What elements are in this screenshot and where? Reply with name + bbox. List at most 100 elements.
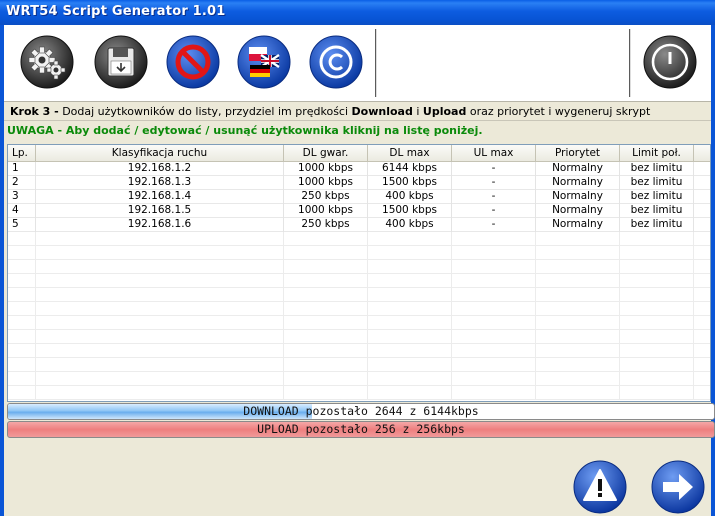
download-bar-label: DOWNLOAD pozostało 2644 z 6144kbps bbox=[243, 404, 479, 418]
table-cell bbox=[284, 288, 368, 302]
table-cell: Normalny bbox=[536, 204, 620, 218]
table-cell bbox=[452, 260, 536, 274]
table-cell: 3 bbox=[8, 190, 36, 204]
table-row-empty[interactable] bbox=[8, 232, 710, 246]
table-row-empty[interactable] bbox=[8, 372, 710, 386]
table-row-empty[interactable] bbox=[8, 386, 710, 400]
table-cell: - bbox=[452, 190, 536, 204]
warning-button[interactable] bbox=[573, 460, 627, 514]
download-remaining-bar: DOWNLOAD pozostało 2644 z 6144kbps bbox=[7, 403, 715, 420]
table-cell bbox=[694, 190, 710, 204]
table-cell bbox=[368, 288, 452, 302]
table-row-empty[interactable] bbox=[8, 288, 710, 302]
table-cell bbox=[284, 274, 368, 288]
table-cell bbox=[452, 288, 536, 302]
table-cell bbox=[694, 246, 710, 260]
table-row-empty[interactable] bbox=[8, 302, 710, 316]
table-cell bbox=[284, 302, 368, 316]
table-cell bbox=[620, 274, 694, 288]
column-header[interactable]: Lp. bbox=[8, 145, 36, 162]
language-button[interactable] bbox=[237, 35, 291, 89]
table-cell bbox=[694, 330, 710, 344]
table-cell bbox=[694, 218, 710, 232]
table-cell bbox=[284, 232, 368, 246]
table-cell bbox=[694, 260, 710, 274]
table-cell bbox=[620, 302, 694, 316]
table-row-empty[interactable] bbox=[8, 358, 710, 372]
column-header[interactable]: DL gwar. bbox=[284, 145, 368, 162]
exclamation-icon bbox=[573, 460, 627, 514]
power-icon bbox=[643, 35, 697, 89]
table-cell bbox=[284, 358, 368, 372]
users-table[interactable]: Lp. Klasyfikacja ruchu DL gwar. DL max U… bbox=[7, 144, 711, 402]
column-header[interactable]: DL max bbox=[368, 145, 452, 162]
table-cell bbox=[36, 302, 284, 316]
table-cell bbox=[368, 372, 452, 386]
table-cell bbox=[36, 372, 284, 386]
column-header[interactable]: Klasyfikacja ruchu bbox=[36, 145, 284, 162]
table-cell bbox=[36, 232, 284, 246]
table-cell bbox=[8, 260, 36, 274]
table-cell: Normalny bbox=[536, 176, 620, 190]
table-row[interactable]: 3 192.168.1.4 250 kbps 400 kbps - Normalny bez… bbox=[8, 190, 710, 204]
table-cell bbox=[694, 358, 710, 372]
table-cell bbox=[536, 260, 620, 274]
title-bar[interactable]: WRT54 Script Generator 1.01 bbox=[0, 0, 715, 25]
copyright-icon bbox=[309, 35, 363, 89]
table-cell bbox=[36, 386, 284, 400]
column-header[interactable]: UL max bbox=[452, 145, 536, 162]
table-cell bbox=[620, 358, 694, 372]
table-cell: 1 bbox=[8, 162, 36, 176]
settings-button[interactable] bbox=[20, 35, 74, 89]
table-row[interactable]: 4 192.168.1.5 1000 kbps 1500 kbps - Normalny b… bbox=[8, 204, 710, 218]
table-cell: 250 kbps bbox=[284, 218, 368, 232]
table-cell: 192.168.1.6 bbox=[36, 218, 284, 232]
column-header[interactable]: Limit poł. bbox=[620, 145, 694, 162]
column-header[interactable]: Priorytet bbox=[536, 145, 620, 162]
table-row[interactable]: 1 192.168.1.2 1000 kbps 6144 kbps - Normalny b… bbox=[8, 162, 710, 176]
table-cell bbox=[284, 316, 368, 330]
window-title: WRT54 Script Generator 1.01 bbox=[6, 4, 226, 19]
toolbar bbox=[4, 25, 711, 102]
table-row-empty[interactable] bbox=[8, 330, 710, 344]
table-cell bbox=[452, 302, 536, 316]
table-cell bbox=[536, 274, 620, 288]
table-cell: 1000 kbps bbox=[284, 204, 368, 218]
table-row-empty[interactable] bbox=[8, 246, 710, 260]
table-cell: 5 bbox=[8, 218, 36, 232]
table-cell: bez limitu bbox=[620, 218, 694, 232]
table-row-empty[interactable] bbox=[8, 274, 710, 288]
table-row-empty[interactable] bbox=[8, 260, 710, 274]
step-text-a: Dodaj użytkowników do listy, przydziel i… bbox=[58, 105, 352, 118]
table-cell: 192.168.1.2 bbox=[36, 162, 284, 176]
table-cell: bez limitu bbox=[620, 190, 694, 204]
table-body[interactable]: 1 192.168.1.2 1000 kbps 6144 kbps - Normalny b… bbox=[8, 162, 710, 401]
table-cell bbox=[536, 330, 620, 344]
table-cell bbox=[694, 288, 710, 302]
table-cell bbox=[36, 344, 284, 358]
table-cell bbox=[8, 344, 36, 358]
table-cell bbox=[36, 274, 284, 288]
save-button[interactable] bbox=[94, 35, 148, 89]
table-row-empty[interactable] bbox=[8, 316, 710, 330]
table-cell bbox=[620, 330, 694, 344]
table-cell: 1500 kbps bbox=[368, 204, 452, 218]
flags-icon bbox=[237, 35, 291, 89]
column-header-filler bbox=[694, 145, 710, 162]
table-row-empty[interactable] bbox=[8, 344, 710, 358]
block-button[interactable] bbox=[166, 35, 220, 89]
table-row[interactable]: 5 192.168.1.6 250 kbps 400 kbps - Normalny bez… bbox=[8, 218, 710, 232]
table-cell bbox=[620, 344, 694, 358]
next-button[interactable] bbox=[651, 460, 705, 514]
table-cell bbox=[36, 288, 284, 302]
power-button[interactable] bbox=[643, 35, 697, 89]
table-cell bbox=[452, 386, 536, 400]
table-cell bbox=[8, 358, 36, 372]
warning-message: UWAGA - Aby dodać / edytować / usunąć uż… bbox=[4, 122, 711, 140]
table-cell bbox=[368, 386, 452, 400]
table-row[interactable]: 2 192.168.1.3 1000 kbps 1500 kbps - Normalny b… bbox=[8, 176, 710, 190]
table-cell bbox=[452, 246, 536, 260]
table-cell bbox=[694, 176, 710, 190]
copyright-button[interactable] bbox=[309, 35, 363, 89]
table-cell: 400 kbps bbox=[368, 190, 452, 204]
